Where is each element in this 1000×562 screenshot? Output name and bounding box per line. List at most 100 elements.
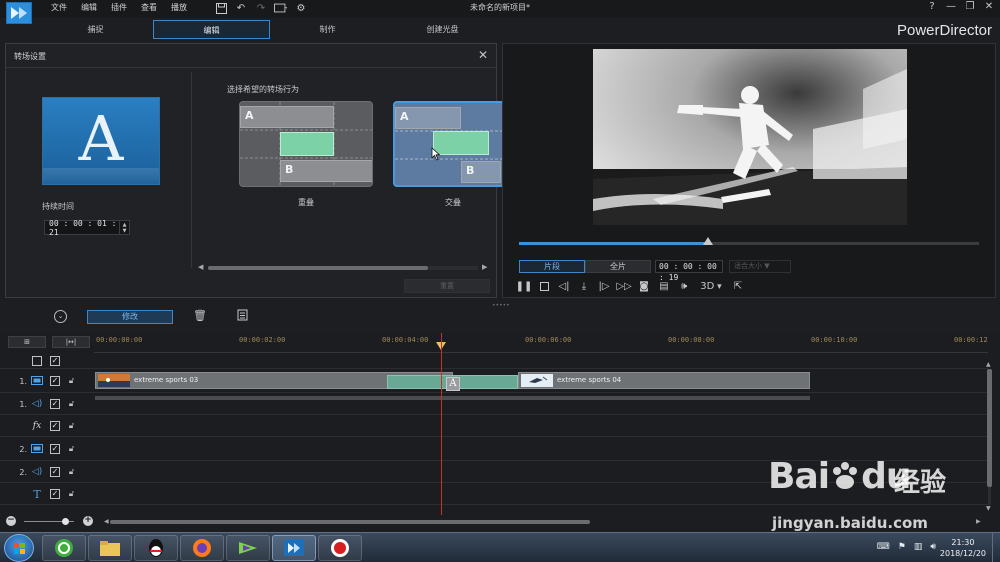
- save-icon[interactable]: [214, 2, 228, 14]
- scroll-down-icon[interactable]: ▼: [986, 505, 991, 512]
- track-enable-checkbox[interactable]: ✓: [50, 399, 60, 409]
- menu-view[interactable]: 查看: [134, 0, 164, 18]
- tab-movie[interactable]: 全片: [585, 260, 651, 273]
- mark-icon[interactable]: ⤓: [577, 280, 591, 293]
- tab-create-disc[interactable]: 创建光盘: [385, 20, 500, 39]
- redo-icon[interactable]: ↷: [254, 2, 268, 14]
- previous-frame-icon[interactable]: ◁|: [557, 280, 571, 293]
- edit-list-icon[interactable]: [235, 309, 249, 323]
- duration-field[interactable]: 00 : 00 : 01 : 21 ▲ ▼: [44, 219, 130, 237]
- aspect-ratio-icon[interactable]: [274, 2, 288, 14]
- close-icon[interactable]: ✕: [478, 48, 488, 62]
- menu-plugins[interactable]: 插件: [104, 0, 134, 18]
- taskbar-app-media[interactable]: [226, 535, 270, 561]
- storyboard-view-button[interactable]: ⊞: [8, 336, 46, 348]
- gear-icon[interactable]: ⚙: [294, 2, 308, 14]
- lock-icon[interactable]: 🔓︎: [67, 376, 76, 386]
- zoom-out-icon[interactable]: −: [6, 516, 16, 526]
- scroll-right-icon[interactable]: ▶: [976, 518, 981, 525]
- fit-timeline-button[interactable]: |↔|: [52, 336, 90, 348]
- track-enable-checkbox[interactable]: ✓: [50, 489, 60, 499]
- options-scrollbar[interactable]: ◀ ▶: [198, 263, 488, 272]
- scroll-left-icon[interactable]: ◀: [104, 518, 109, 525]
- undock-icon[interactable]: ⇱: [731, 280, 745, 293]
- reset-button[interactable]: 重置: [404, 279, 490, 293]
- restore-icon[interactable]: ❐: [965, 1, 975, 12]
- menu-edit[interactable]: 编辑: [74, 0, 104, 18]
- lock-icon[interactable]: 🔓︎: [67, 399, 76, 409]
- track-enable-checkbox[interactable]: ✓: [50, 467, 60, 477]
- tab-produce[interactable]: 制作: [270, 20, 385, 39]
- taskbar-app-recorder[interactable]: [318, 535, 362, 561]
- duration-stepper[interactable]: ▲ ▼: [119, 221, 129, 234]
- lock-icon[interactable]: 🔓︎: [67, 421, 76, 431]
- pause-icon[interactable]: ❚❚: [516, 280, 533, 293]
- close-icon[interactable]: ✕: [984, 1, 994, 12]
- keyboard-icon[interactable]: ⌨: [877, 542, 890, 552]
- expand-icon[interactable]: ⌄: [54, 310, 67, 323]
- scrubber-handle[interactable]: [702, 237, 713, 245]
- transition-thumbnail: A: [42, 97, 160, 185]
- subtitle-icon[interactable]: ▤: [657, 280, 671, 293]
- network-icon[interactable]: ▥: [914, 542, 923, 552]
- taskbar-clock[interactable]: 21:30 2018/12/20: [940, 537, 986, 559]
- next-frame-icon[interactable]: |▷: [597, 280, 611, 293]
- mode-tabs: 捕捉 编辑 制作 创建光盘: [38, 20, 500, 39]
- timeline-vertical-scrollbar[interactable]: ▲ ▼: [986, 361, 994, 513]
- spin-down-icon[interactable]: ▼: [123, 228, 127, 234]
- fast-forward-icon[interactable]: ▷▷: [616, 280, 631, 293]
- snapshot-icon[interactable]: ◙: [637, 280, 651, 293]
- preview-timecode[interactable]: 00 : 00 : 00 : 19: [655, 260, 723, 282]
- duration-value[interactable]: 00 : 00 : 01 : 21: [45, 219, 119, 237]
- time-ruler[interactable]: 00:00:00:00 00:00:02:00 00:00:04:00 00:0…: [94, 333, 988, 353]
- track-fx: fx ✓ 🔓︎: [0, 415, 988, 437]
- scroll-thumb[interactable]: [987, 369, 992, 487]
- track-select-all-icon[interactable]: [30, 355, 44, 367]
- track-enable-checkbox[interactable]: ✓: [50, 444, 60, 454]
- taskbar-app-powerdirector[interactable]: [272, 535, 316, 561]
- modify-button[interactable]: 修改: [87, 310, 173, 324]
- trash-icon[interactable]: 🗑: [193, 309, 207, 323]
- zoom-in-icon[interactable]: +: [83, 516, 93, 526]
- video-clip[interactable]: extreme sports 04: [518, 372, 810, 389]
- show-desktop-button[interactable]: [992, 533, 1000, 562]
- scroll-thumb[interactable]: [110, 520, 590, 524]
- start-button[interactable]: [4, 534, 34, 562]
- volume-icon[interactable]: 🕪: [677, 280, 691, 293]
- app-360-icon: [55, 539, 73, 557]
- menu-play[interactable]: 播放: [164, 0, 194, 18]
- playhead-line[interactable]: [441, 333, 442, 515]
- lock-icon[interactable]: 🔓︎: [67, 444, 76, 454]
- scroll-left-icon[interactable]: ◀: [198, 263, 203, 271]
- stop-icon[interactable]: [537, 280, 551, 293]
- track-enable-checkbox[interactable]: ✓: [50, 421, 60, 431]
- lock-icon[interactable]: 🔓︎: [67, 467, 76, 477]
- lock-icon[interactable]: 🔓︎: [67, 489, 76, 499]
- scroll-thumb[interactable]: [208, 266, 428, 270]
- taskbar-app-explorer[interactable]: [88, 535, 132, 561]
- volume-icon[interactable]: 🔊︎: [930, 542, 936, 552]
- 3d-toggle[interactable]: 3D ▾: [697, 280, 725, 293]
- taskbar-app-firefox[interactable]: [180, 535, 224, 561]
- minimize-icon[interactable]: —: [946, 1, 956, 12]
- scroll-up-icon[interactable]: ▲: [986, 361, 991, 368]
- transition-icon[interactable]: A: [446, 377, 460, 391]
- fit-size-dropdown[interactable]: 适合大小 ▼: [729, 260, 791, 273]
- zoom-slider-handle[interactable]: [62, 518, 69, 525]
- tab-edit[interactable]: 编辑: [153, 20, 270, 39]
- audio-clip-strip[interactable]: [95, 396, 810, 400]
- transition-option-overlap[interactable]: A B: [239, 101, 373, 187]
- timeline-horizontal-scrollbar[interactable]: ◀ ▶: [104, 518, 984, 525]
- tab-capture[interactable]: 捕捉: [38, 20, 153, 39]
- all-tracks-checkbox[interactable]: ✓: [50, 356, 60, 366]
- menu-file[interactable]: 文件: [44, 0, 74, 18]
- tab-clip[interactable]: 片段: [519, 260, 585, 273]
- taskbar-app-qq[interactable]: [134, 535, 178, 561]
- help-icon[interactable]: ?: [927, 1, 937, 12]
- scroll-right-icon[interactable]: ▶: [482, 263, 487, 271]
- taskbar-app-360[interactable]: [42, 535, 86, 561]
- preview-scrubber[interactable]: [519, 237, 979, 245]
- flag-icon[interactable]: ⚑: [898, 542, 906, 552]
- track-enable-checkbox[interactable]: ✓: [50, 376, 60, 386]
- undo-icon[interactable]: ↶: [234, 2, 248, 14]
